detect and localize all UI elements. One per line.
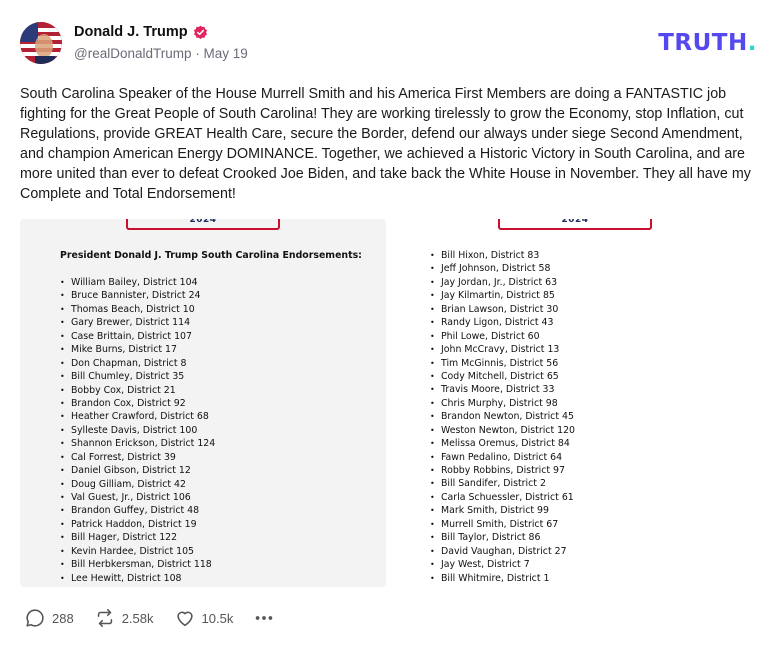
list-item: Bill Whitmire, District 1 — [430, 572, 575, 585]
truth-social-logo[interactable]: TRUTH. — [658, 30, 757, 56]
meta-separator: · — [195, 46, 200, 61]
list-item: Phil Lowe, District 60 — [430, 330, 575, 343]
endorsement-list-left: William Bailey, District 104Bruce Bannis… — [60, 276, 215, 585]
list-item: Bill Herbkersman, District 118 — [60, 558, 215, 571]
list-item: Bobby Cox, District 21 — [60, 384, 215, 397]
doc-banner-year: 2024 — [189, 219, 217, 225]
reply-bubble-icon — [26, 609, 44, 627]
list-item: Cody Mitchell, District 65 — [430, 370, 575, 383]
list-item: Bill Chumley, District 35 — [60, 370, 215, 383]
list-item: Lee Hewitt, District 108 — [60, 572, 215, 585]
endorsement-list-right: Bill Hixon, District 83Jeff Johnson, Dis… — [430, 249, 575, 585]
list-item: Shannon Erickson, District 124 — [60, 437, 215, 450]
list-item: Brian Lawson, District 30 — [430, 303, 575, 316]
post-actions: 288 2.58k 10.5k — [24, 607, 275, 629]
list-item: Don Chapman, District 8 — [60, 357, 215, 370]
list-item: Brandon Newton, District 45 — [430, 410, 575, 423]
list-item: Cal Forrest, District 39 — [60, 451, 215, 464]
doc-banner: 2024 — [126, 219, 280, 230]
list-item: Robby Robbins, District 97 — [430, 464, 575, 477]
attachment-image-left[interactable]: 2024 President Donald J. Trump South Car… — [20, 219, 386, 587]
reply-button[interactable]: 288 — [24, 607, 74, 629]
list-item: Bruce Bannister, District 24 — [60, 289, 215, 302]
list-item: Carla Schuessler, District 61 — [430, 491, 575, 504]
list-item: Gary Brewer, District 114 — [60, 316, 215, 329]
retruth-arrows-icon — [97, 608, 112, 628]
list-item: Jay West, District 7 — [430, 558, 575, 571]
list-item: Mark Smith, District 99 — [430, 504, 575, 517]
list-item: Sylleste Davis, District 100 — [60, 424, 215, 437]
post-date[interactable]: May 19 — [204, 46, 248, 61]
list-item: Mike Burns, District 17 — [60, 343, 215, 356]
list-item: Val Guest, Jr., District 106 — [60, 491, 215, 504]
avatar[interactable] — [20, 22, 62, 64]
post-header: Donald J. Trump @realDonaldTrump · May 1… — [20, 22, 757, 66]
logo-dot: . — [747, 30, 757, 56]
heart-icon — [176, 611, 193, 627]
list-item: Weston Newton, District 120 — [430, 424, 575, 437]
list-item: Daniel Gibson, District 12 — [60, 464, 215, 477]
retruth-button[interactable]: 2.58k — [94, 607, 154, 629]
list-item: Doug Gilliam, District 42 — [60, 478, 215, 491]
list-item: Melissa Oremus, District 84 — [430, 437, 575, 450]
author-display-name[interactable]: Donald J. Trump — [74, 24, 188, 40]
list-item: Thomas Beach, District 10 — [60, 303, 215, 316]
list-item: Jay Kilmartin, District 85 — [430, 289, 575, 302]
list-item: Heather Crawford, District 68 — [60, 410, 215, 423]
list-item: Jay Jordan, Jr., District 63 — [430, 276, 575, 289]
like-button[interactable]: 10.5k — [174, 607, 234, 629]
list-item: William Bailey, District 104 — [60, 276, 215, 289]
list-item: Bill Hixon, District 83 — [430, 249, 575, 262]
retruth-count: 2.58k — [121, 610, 154, 626]
more-dots-icon[interactable] — [253, 607, 275, 629]
doc-heading: President Donald J. Trump South Carolina… — [60, 250, 362, 261]
reply-count: 288 — [52, 610, 74, 626]
post-body-text: South Carolina Speaker of the House Murr… — [20, 86, 751, 203]
list-item: Brandon Cox, District 92 — [60, 397, 215, 410]
doc-banner-year: 2024 — [561, 219, 589, 225]
doc-banner: 2024 — [498, 219, 652, 230]
list-item: Randy Ligon, District 43 — [430, 316, 575, 329]
list-item: Bill Taylor, District 86 — [430, 531, 575, 544]
list-item: Bill Hager, District 122 — [60, 531, 215, 544]
author-handle[interactable]: @realDonaldTrump — [74, 46, 192, 61]
attachment-image-right[interactable]: 2024 Bill Hixon, District 83Jeff Johnson… — [398, 219, 698, 587]
list-item: Kevin Hardee, District 105 — [60, 545, 215, 558]
list-item: Case Brittain, District 107 — [60, 330, 215, 343]
list-item: Murrell Smith, District 67 — [430, 518, 575, 531]
list-item: Travis Moore, District 33 — [430, 383, 575, 396]
list-item: Chris Murphy, District 98 — [430, 397, 575, 410]
list-item: Bill Sandifer, District 2 — [430, 477, 575, 490]
list-item: Tim McGinnis, District 56 — [430, 357, 575, 370]
list-item: Jeff Johnson, District 58 — [430, 262, 575, 275]
list-item: David Vaughan, District 27 — [430, 545, 575, 558]
list-item: Patrick Haddon, District 19 — [60, 518, 215, 531]
like-count: 10.5k — [201, 610, 234, 626]
logo-text: TRUTH — [658, 30, 748, 56]
verified-badge-icon — [193, 25, 208, 40]
list-item: Brandon Guffey, District 48 — [60, 504, 215, 517]
list-item: Fawn Pedalino, District 64 — [430, 451, 575, 464]
list-item: John McCravy, District 13 — [430, 343, 575, 356]
